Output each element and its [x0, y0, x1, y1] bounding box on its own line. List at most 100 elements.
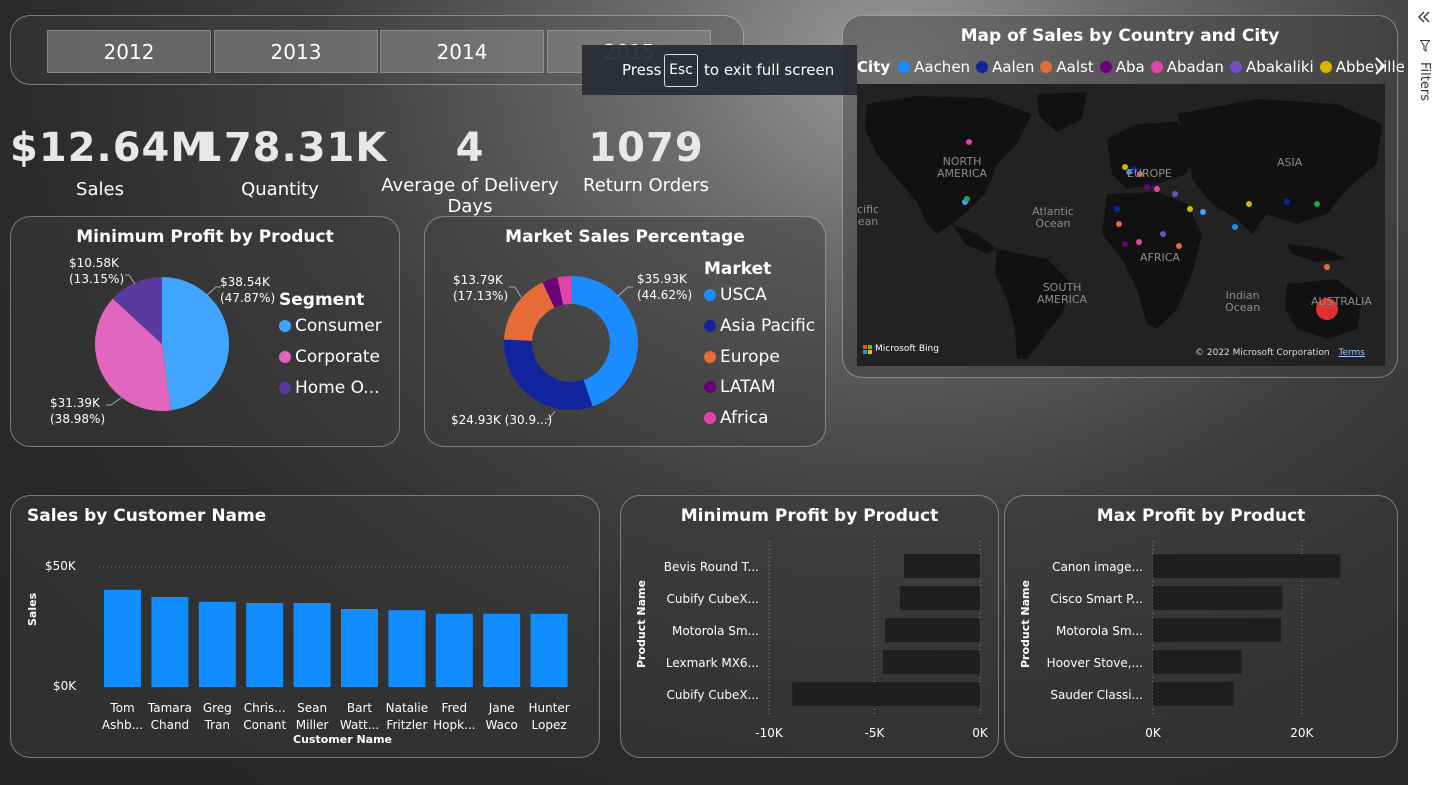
bar[interactable] [885, 618, 980, 642]
x-tick-label: 0K [972, 726, 989, 740]
x-tick-label: -10K [755, 726, 784, 740]
legend-label: Home O... [295, 378, 380, 398]
x-tick-label: Chand [151, 718, 190, 732]
bar[interactable] [388, 610, 426, 687]
map-legend-item-aalst[interactable]: Aalst [1040, 58, 1094, 76]
x-tick-label: Watt... [340, 718, 379, 732]
legend-item-usca[interactable]: USCA [704, 285, 767, 305]
year-button-2012[interactable]: 2012 [47, 30, 211, 73]
legend-item-asia-pacific[interactable]: Asia Pacific [704, 316, 815, 336]
report-canvas: 2012 2013 2014 2015 $12.64M Sales 178.31… [0, 0, 1408, 785]
leader-line [125, 274, 136, 285]
bar[interactable] [1153, 650, 1242, 674]
bar[interactable] [1153, 586, 1283, 610]
map-legend-item-abakaliki[interactable]: Abakaliki [1229, 58, 1314, 76]
pie-label-home-office: $10.58K (13.15%) [69, 256, 125, 286]
bar[interactable] [530, 613, 568, 687]
y-tick-50k: $50K [45, 559, 76, 573]
legend-item-latam[interactable]: LATAM [704, 377, 776, 397]
bar[interactable] [882, 650, 980, 674]
legend-dot [976, 61, 989, 73]
fullscreen-toast: Press Esc to exit full screen [582, 45, 857, 95]
map-legend-item-aba[interactable]: Aba [1099, 58, 1145, 76]
bar[interactable] [1153, 554, 1341, 578]
legend-dot [279, 351, 291, 363]
bar[interactable] [341, 609, 378, 687]
collapse-chevron-icon[interactable] [1417, 8, 1431, 27]
legend-item-corporate[interactable]: Corporate [279, 347, 380, 367]
map-label-north-america: NORTH AMERICA [937, 155, 988, 180]
legend-label: Africa [720, 408, 769, 428]
map-legend-item-aalen[interactable]: Aalen [976, 58, 1034, 76]
kpi-quantity-value: 178.31K [195, 125, 388, 171]
x-tick-label: Sean [297, 701, 327, 715]
leader-line [617, 286, 633, 297]
bar[interactable] [899, 586, 980, 610]
slice-asia-pacific[interactable] [504, 339, 593, 410]
bar[interactable] [1153, 682, 1234, 706]
map-terms-link[interactable]: Terms [1338, 348, 1365, 358]
map-legend-item-abadan[interactable]: Abadan [1150, 58, 1224, 76]
map-legend-next-icon[interactable] [1375, 57, 1386, 79]
legend-item-africa[interactable]: Africa [704, 408, 769, 428]
donut-label-usca: $35.93K (44.62%) [637, 272, 693, 302]
legend-item-consumer[interactable]: Consumer [279, 316, 382, 336]
map-label-africa: AFRICA [1140, 251, 1180, 264]
pie-label-consumer: $38.54K (47.87%) [220, 275, 276, 305]
y-tick-label: Lexmark MX6... [666, 656, 759, 670]
legend-label: Europe [720, 347, 780, 367]
y-tick-0k: $0K [53, 679, 77, 693]
map-label-pacific: cific ean [857, 203, 880, 228]
segment-legend-title: Segment [279, 290, 365, 310]
x-tick-label: 0K [1145, 726, 1162, 740]
slice-consumer[interactable] [162, 277, 230, 411]
bar[interactable] [435, 613, 473, 687]
legend-dot [704, 381, 716, 393]
x-tick-label: Tran [204, 718, 230, 732]
bar[interactable] [483, 613, 521, 687]
x-axis-label-customer: Customer Name [293, 733, 392, 746]
legend-label: Asia Pacific [720, 316, 816, 336]
kpi-sales-value: $12.64M [10, 125, 212, 171]
land-central-america [952, 224, 997, 254]
bar[interactable] [904, 554, 980, 578]
bar[interactable] [293, 603, 331, 687]
filters-label[interactable]: Filters [1417, 62, 1432, 101]
map-legend-title: City [857, 58, 891, 76]
world-map[interactable]: NORTH AMERICA EUROPE ASIA AFRICA SOUTH A… [857, 84, 1385, 366]
x-tick-label: -5K [865, 726, 886, 740]
land-greenland [1037, 92, 1087, 132]
map-label-atlantic: Atlantic Ocean [1032, 205, 1074, 230]
legend-item-home-office[interactable]: Home O... [279, 378, 380, 398]
kpi-delivery-days: 4 Average of Delivery Days [362, 125, 578, 217]
legend-label: Corporate [295, 347, 380, 367]
bar[interactable] [1153, 618, 1281, 642]
y-axis-label-product: Product Name [1019, 580, 1032, 668]
kpi-delivery-days-label: Average of Delivery Days [381, 175, 559, 217]
year-button-2014[interactable]: 2014 [380, 30, 544, 73]
bar[interactable] [792, 682, 980, 706]
bar[interactable] [151, 597, 189, 687]
x-tick-label: Jane [488, 701, 515, 715]
legend-item-europe[interactable]: Europe [704, 347, 780, 367]
y-tick-label: Motorola Sm... [1056, 624, 1143, 638]
map-legend-item-abbeville[interactable]: Abbeville [1319, 58, 1405, 76]
leader-line [509, 286, 522, 298]
donut-label-europe: $13.79K (17.13%) [453, 273, 509, 303]
map-legend-item-aachen[interactable]: Aachen [898, 58, 970, 76]
kpi-sales: $12.64M Sales [10, 125, 212, 200]
map-label-australia: AUSTRALIA [1311, 295, 1372, 308]
max-profit-bars-card: Max Profit by Product 0K 20K Canon image..… [1004, 495, 1398, 758]
kpi-return-orders: 1079 Return Orders [578, 125, 714, 196]
bar[interactable] [198, 601, 236, 687]
x-tick-label: Bart [347, 701, 373, 715]
bar[interactable] [246, 603, 284, 687]
legend-dot [1229, 61, 1242, 73]
x-tick-label: Waco [486, 718, 518, 732]
legend-dot [279, 320, 291, 332]
map-label-asia: ASIA [1277, 156, 1303, 169]
bar[interactable] [104, 589, 141, 687]
leader-line [206, 286, 221, 296]
year-button-2013[interactable]: 2013 [214, 30, 378, 73]
min-profit-bars-chart: -10K -5K 0K Bevis Round T... Cubify CubeX...… [664, 541, 989, 740]
